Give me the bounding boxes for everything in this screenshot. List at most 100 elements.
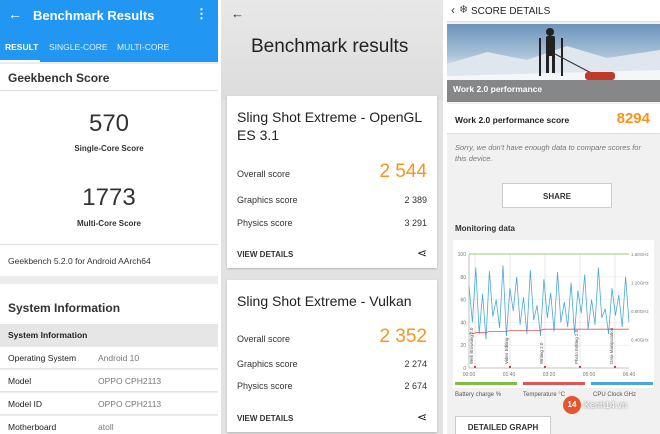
page-title: SCORE DETAILS [471, 6, 551, 17]
compare-message: Sorry, we don't have enough data to comp… [455, 143, 641, 163]
graphics-score-row: Graphics score 2 389 [237, 195, 427, 205]
back-arrow-icon[interactable]: ← [231, 6, 244, 21]
physics-score-row: Physics score 3 291 [237, 218, 427, 228]
row-key: Motherboard [8, 422, 57, 432]
phase-label: Writing 2.0 [539, 342, 544, 364]
overall-score: 2 544 [379, 161, 427, 182]
view-details-link[interactable]: VIEW DETAILS [237, 250, 293, 259]
legend-swatch [591, 382, 653, 385]
row-value: atoll [98, 422, 114, 432]
y-tick-label: 80 [460, 275, 466, 281]
app-bar: ← Benchmark Results ⋮ RESULT SINGLE-CORE… [0, 0, 218, 62]
share-button[interactable]: SHARE [502, 183, 612, 208]
divider [0, 90, 218, 91]
monitoring-chart: 0 20 40 60 80 100 0.40GHz 0.80GHz 1.20GHz 1.60GHz… [453, 240, 654, 388]
test-name: Sling Shot Extreme - OpenGL ES 3.1 [237, 109, 422, 143]
app-bar: ‹ ❄ SCORE DETAILS [447, 0, 660, 22]
physics-label: Physics score [237, 218, 293, 228]
score-label: Work 2.0 performance score [455, 115, 570, 125]
y2-tick-label: 1.20GHz [631, 281, 650, 286]
graphics-score-row: Graphics score 2 274 [237, 359, 427, 369]
test-name: Sling Shot Extreme - Vulkan [237, 293, 412, 309]
y2-tick-label: 1.60GHz [631, 252, 650, 257]
share-icon[interactable]: ⋖ [417, 246, 427, 260]
y-tick-label: 20 [460, 343, 466, 349]
sysinfo-header: System Information [0, 284, 218, 324]
chevron-left-icon[interactable]: ‹ [451, 3, 455, 17]
pcmark-pane: ‹ ❄ SCORE DETAILS Work 2.0 performance W… [447, 0, 660, 434]
phase-label: Video Editing [504, 337, 509, 364]
legend-swatch [523, 382, 585, 385]
view-details-link[interactable]: VIEW DETAILS [237, 414, 293, 423]
tab-indicator [0, 60, 40, 62]
x-tick-label: 01:40 [503, 372, 516, 378]
legend-battery: Battery charge % [455, 392, 502, 398]
overall-score-row: Overall score 2 352 [237, 326, 427, 347]
y-tick-label: 40 [460, 320, 466, 326]
x-tick-label: 03:20 [543, 372, 556, 378]
score-card: Geekbench Score 570 Single-Core Score 17… [0, 64, 218, 276]
y-tick-label: 100 [458, 252, 467, 258]
geekbench-pane: ← Benchmark Results ⋮ RESULT SINGLE-CORE… [0, 0, 218, 434]
y2-tick-label: 0.80GHz [631, 309, 650, 314]
x-tick-label: 06:40 [623, 372, 636, 378]
back-arrow-icon[interactable]: ← [8, 6, 22, 22]
monitoring-chart-svg: 0204060801000.40GHz0.80GHz1.20GHz1.60GHz… [455, 252, 653, 385]
y2-tick-label: 0.40GHz [631, 338, 650, 343]
watermark: 14 Kenh14.vn [563, 396, 653, 416]
overall-score: 2 352 [379, 326, 427, 347]
score-heading: Geekbench Score [8, 71, 110, 85]
result-card-opengl[interactable]: Sling Shot Extreme - OpenGL ES 3.1 Overa… [227, 96, 437, 268]
physics-score-row: Physics score 2 674 [237, 381, 427, 391]
graphics-label: Graphics score [237, 195, 298, 205]
more-options-icon[interactable]: ⋮ [195, 6, 208, 22]
overall-score-row: Overall score 2 544 [237, 161, 427, 182]
phase-label: Web Browsing 2.0 [469, 327, 474, 364]
table-row: Operating System Android 10 [0, 347, 218, 369]
row-value: OPPO CPH2113 [98, 376, 162, 386]
overall-label: Overall score [237, 334, 291, 344]
share-icon[interactable]: ⋖ [417, 410, 427, 424]
legend-temperature: Temperature °C [523, 392, 566, 398]
legend-swatch [455, 382, 517, 385]
multi-core-label: Multi-Core Score [76, 219, 141, 228]
monitoring-title: Monitoring data [455, 224, 515, 233]
tab-multi-core[interactable]: MULTI-CORE [117, 42, 169, 52]
table-row: Model ID OPPO CPH2113 [0, 393, 218, 415]
app-title: Benchmark Results [33, 8, 155, 23]
phase-label: Photo Editing 2.0 [574, 329, 579, 364]
single-core-label: Single-Core Score [74, 144, 144, 153]
detailed-graph-button[interactable]: DETAILED GRAPH [455, 416, 551, 434]
page-title: Benchmark results [251, 36, 409, 57]
row-key: Model [8, 376, 32, 386]
sysinfo-heading: System Information [8, 301, 121, 315]
score-value: 8294 [616, 110, 650, 127]
watermark-logo: 14 [563, 396, 581, 414]
series-line [469, 328, 629, 335]
multi-core-score: 1773 [82, 184, 136, 211]
single-core-score: 570 [88, 110, 130, 137]
y-tick-label: 60 [460, 298, 466, 304]
tab-single-core[interactable]: SINGLE-CORE [49, 42, 108, 52]
physics-score: 2 674 [404, 381, 427, 391]
table-row: Motherboard atoll [0, 416, 218, 434]
series-line [468, 265, 630, 340]
tab-result[interactable]: RESULT [5, 42, 38, 52]
row-key: Model ID [8, 399, 43, 409]
sysinfo-subheading: System Information [8, 330, 88, 340]
3dmark-pane: ← Benchmark results Sling Shot Extreme -… [221, 0, 443, 434]
hero-label: Work 2.0 performance [453, 84, 543, 94]
graphics-score: 2 274 [404, 359, 427, 369]
physics-label: Physics score [237, 381, 293, 391]
sysinfo-subheader: System Information [0, 324, 218, 346]
snowflake-icon: ❄ [459, 4, 469, 16]
x-tick-label: 05:00 [583, 372, 596, 378]
table-row: Model OPPO CPH2113 [0, 370, 218, 392]
x-tick-label: 00:00 [463, 372, 476, 378]
tab-bar: RESULT SINGLE-CORE MULTI-CORE [0, 40, 218, 62]
overall-label: Overall score [237, 169, 291, 179]
phase-label: Data Manipulation [609, 327, 614, 364]
physics-score: 3 291 [404, 218, 427, 228]
result-card-vulkan[interactable]: Sling Shot Extreme - Vulkan Overall scor… [227, 280, 437, 432]
score-row: Work 2.0 performance score 8294 [447, 104, 660, 134]
